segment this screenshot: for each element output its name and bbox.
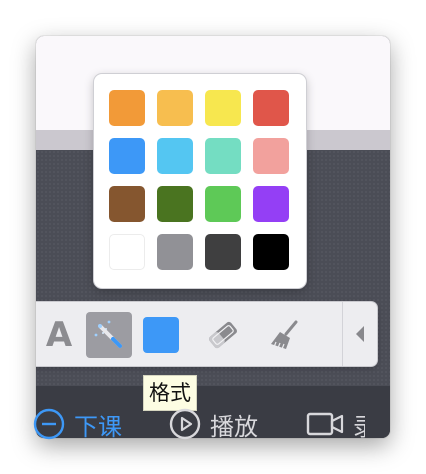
broom-icon bbox=[271, 320, 298, 350]
current-color-button[interactable] bbox=[138, 312, 184, 358]
color-swatch[interactable] bbox=[205, 234, 241, 270]
current-color-swatch bbox=[143, 317, 179, 353]
clear-tool-button[interactable] bbox=[262, 312, 308, 358]
color-swatch[interactable] bbox=[253, 186, 289, 222]
text-tool-icon: A bbox=[45, 315, 73, 355]
color-swatch[interactable] bbox=[157, 90, 193, 126]
app-window: A 格式 bbox=[36, 36, 390, 438]
eraser-icon bbox=[209, 321, 237, 349]
color-swatch[interactable] bbox=[109, 186, 145, 222]
color-swatch[interactable] bbox=[157, 138, 193, 174]
end-class-icon bbox=[33, 408, 65, 440]
video-camera-icon bbox=[306, 412, 344, 436]
color-swatch[interactable] bbox=[253, 138, 289, 174]
color-swatch[interactable] bbox=[205, 90, 241, 126]
magic-wand-icon bbox=[94, 320, 122, 348]
color-swatch[interactable] bbox=[253, 234, 289, 270]
play-button[interactable]: 播放 bbox=[168, 406, 258, 442]
end-class-label: 下课 bbox=[74, 412, 122, 441]
chevron-left-icon bbox=[356, 326, 364, 342]
color-swatch[interactable] bbox=[109, 138, 145, 174]
color-swatch[interactable] bbox=[109, 90, 145, 126]
color-palette-popover bbox=[94, 74, 306, 288]
text-tool-button[interactable]: A bbox=[36, 312, 82, 358]
color-swatch[interactable] bbox=[109, 234, 145, 270]
play-icon bbox=[169, 408, 201, 440]
color-swatch[interactable] bbox=[205, 138, 241, 174]
toolbar-collapse-button[interactable] bbox=[342, 302, 377, 366]
format-tool-button[interactable] bbox=[86, 312, 132, 358]
color-swatch[interactable] bbox=[253, 90, 289, 126]
drawing-toolbar: A bbox=[36, 302, 377, 366]
eraser-tool-button[interactable] bbox=[200, 312, 246, 358]
color-swatch[interactable] bbox=[157, 234, 193, 270]
play-label: 播放 bbox=[210, 412, 258, 441]
color-swatch[interactable] bbox=[205, 186, 241, 222]
color-swatch[interactable] bbox=[157, 186, 193, 222]
format-tooltip: 格式 bbox=[144, 376, 196, 410]
end-class-button[interactable]: 下课 bbox=[32, 406, 122, 442]
